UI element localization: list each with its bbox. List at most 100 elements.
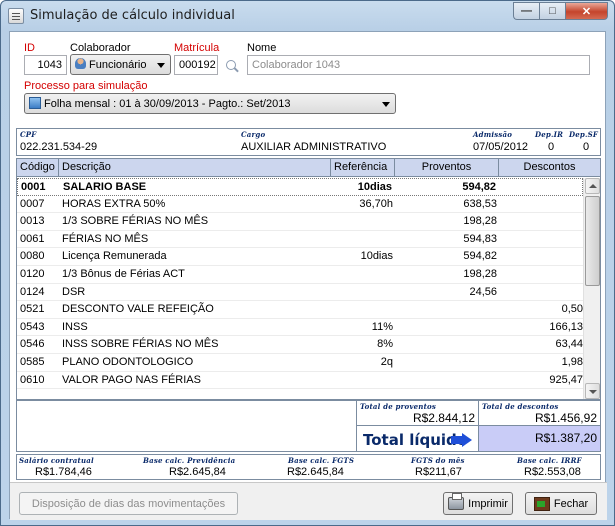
cell-descricao: PLANO ODONTOLOGICO (62, 355, 194, 368)
maximize-icon: □ (549, 5, 556, 17)
fgts-mes-label: FGTS do mês (411, 456, 465, 465)
matricula-field[interactable]: 000192 (174, 55, 218, 75)
cell-referencia: 11% (371, 320, 393, 333)
column-header-codigo[interactable]: Código (17, 159, 59, 177)
exit-door-icon (533, 496, 550, 511)
total-proventos-label: Total de proventos (360, 402, 437, 411)
cell-proventos: 198,28 (463, 215, 497, 228)
processo-select[interactable]: Folha mensal : 01 à 30/09/2013 - Pagto.:… (24, 93, 396, 114)
imprimir-button[interactable]: Imprimir (443, 492, 513, 515)
fechar-button[interactable]: Fechar (525, 492, 597, 515)
movimentacoes-table: Código Descrição Referência Proventos De… (16, 158, 601, 400)
cell-codigo: 0120 (20, 267, 45, 280)
vertical-scrollbar[interactable] (583, 178, 600, 399)
base-fgts-value: R$2.645,84 (287, 466, 344, 478)
person-icon (75, 58, 86, 69)
total-proventos-box: Total de proventos R$2.844,12 (356, 401, 478, 426)
scroll-up-button[interactable] (585, 178, 600, 194)
title-bar[interactable]: Simulação de cálculo individual — □ ✕ (1, 1, 614, 31)
scroll-thumb[interactable] (585, 196, 600, 286)
column-header-referencia[interactable]: Referência (331, 159, 395, 177)
cell-descontos: 0,50 (561, 303, 583, 316)
table-row[interactable]: 0080 Licença Remunerada 10dias 594,82 (17, 248, 583, 266)
salario-contratual-label: Salário contratual (19, 456, 94, 465)
cell-codigo: 0007 (20, 197, 45, 210)
admissao-label: Admissão (473, 130, 513, 139)
fechar-label: Fechar (553, 497, 589, 510)
cell-descontos: 925,47 (549, 373, 583, 386)
total-proventos-value: R$2.844,12 (412, 411, 475, 425)
cell-codigo: 0610 (20, 373, 45, 386)
cell-proventos: 198,28 (463, 267, 497, 280)
table-row[interactable]: 0013 1/3 SOBRE FÉRIAS NO MÊS 198,28 (17, 213, 583, 231)
table-row[interactable]: 0120 1/3 Bônus de Férias ACT 198,28 (17, 266, 583, 284)
minimize-button[interactable]: — (513, 2, 539, 20)
processo-label: Processo para simulação (24, 80, 148, 92)
dep-sf-value: 0 (583, 141, 590, 153)
cell-proventos: 594,82 (463, 250, 497, 263)
nome-label: Nome (247, 42, 277, 54)
employee-info-strip: CPF 022.231.534-29 Cargo AUXILIAR ADMINI… (16, 128, 601, 156)
colaborador-type-select[interactable]: Funcionário (70, 54, 171, 75)
cell-codigo: 0080 (20, 250, 45, 263)
cell-descricao: SALARIO BASE (63, 181, 147, 193)
close-icon: ✕ (581, 5, 592, 18)
nome-field[interactable]: Colaborador 1043 (247, 55, 590, 75)
cell-descricao: INSS SOBRE FÉRIAS NO MÊS (62, 338, 219, 351)
table-row[interactable]: 0610 VALOR PAGO NAS FÉRIAS 925,47 (17, 372, 583, 390)
colaborador-type-value: Funcionário (89, 59, 147, 71)
cell-descricao: Licença Remunerada (62, 250, 167, 263)
table-row[interactable]: 0521 DESCONTO VALE REFEIÇÃO 0,50 (17, 301, 583, 319)
colaborador-label: Colaborador (70, 42, 131, 54)
app-icon (8, 8, 24, 24)
cell-codigo: 0001 (21, 181, 46, 193)
scroll-down-button[interactable] (585, 383, 600, 399)
table-row[interactable]: 0007 HORAS EXTRA 50% 36,70h 638,53 (17, 196, 583, 214)
total-descontos-value: R$1.456,92 (534, 411, 597, 425)
maximize-button[interactable]: □ (539, 2, 565, 20)
cpf-label: CPF (20, 130, 37, 139)
table-body: 0001 SALARIO BASE 10dias 594,82 0007 HORAS EX… (17, 178, 583, 390)
cargo-value: AUXILIAR ADMINISTRATIVO (241, 141, 387, 153)
fgts-mes-value: R$211,67 (415, 466, 462, 478)
cell-descricao: HORAS EXTRA 50% (62, 197, 166, 210)
cell-descricao: FÉRIAS NO MÊS (62, 232, 149, 245)
cell-codigo: 0585 (20, 355, 45, 368)
bases-strip: Salário contratual R$1.784,46 Base calc.… (16, 454, 601, 480)
window-controls: — □ ✕ (513, 2, 608, 20)
cell-proventos: 594,82 (462, 181, 496, 193)
disposicao-dias-button[interactable]: Disposição de dias das movimentações (19, 492, 238, 515)
cell-proventos: 638,53 (463, 197, 497, 210)
column-header-descricao[interactable]: Descrição (59, 159, 331, 177)
search-icon[interactable] (226, 60, 236, 70)
base-fgts-label: Base calc. FGTS (288, 456, 355, 465)
cell-descricao: 1/3 SOBRE FÉRIAS NO MÊS (62, 215, 209, 228)
table-row[interactable]: 0585 PLANO ODONTOLOGICO 2q 1,98 (17, 354, 583, 372)
cell-codigo: 0124 (20, 285, 45, 298)
total-descontos-label: Total de descontos (482, 402, 559, 411)
cell-referencia: 10dias (360, 250, 393, 263)
cell-proventos: 24,56 (469, 285, 497, 298)
dep-ir-value: 0 (548, 141, 555, 153)
column-header-proventos[interactable]: Proventos (395, 159, 499, 177)
table-row[interactable]: 0543 INSS 11% 166,13 (17, 319, 583, 337)
column-header-descontos[interactable]: Descontos (499, 159, 600, 177)
calendar-icon (29, 97, 41, 109)
table-header: Código Descrição Referência Proventos De… (17, 159, 600, 177)
cell-codigo: 0013 (20, 215, 45, 228)
close-button[interactable]: ✕ (565, 2, 608, 20)
arrow-right-icon (451, 433, 473, 447)
window-title: Simulação de cálculo individual (30, 8, 235, 23)
table-row[interactable]: 0546 INSS SOBRE FÉRIAS NO MÊS 8% 63,44 (17, 336, 583, 354)
cell-referencia: 10dias (357, 181, 392, 193)
imprimir-label: Imprimir (468, 497, 508, 510)
table-row[interactable]: 0124 DSR 24,56 (17, 284, 583, 302)
cell-descontos: 166,13 (549, 320, 583, 333)
salario-contratual-value: R$1.784,46 (35, 466, 92, 478)
table-row[interactable]: 0001 SALARIO BASE 10dias 594,82 (17, 178, 583, 196)
cell-descricao: 1/3 Bônus de Férias ACT (62, 267, 185, 280)
table-row[interactable]: 0061 FÉRIAS NO MÊS 594,83 (17, 231, 583, 249)
id-field[interactable]: 1043 (24, 55, 67, 75)
cell-codigo: 0521 (20, 303, 45, 316)
chevron-down-icon (157, 63, 165, 68)
